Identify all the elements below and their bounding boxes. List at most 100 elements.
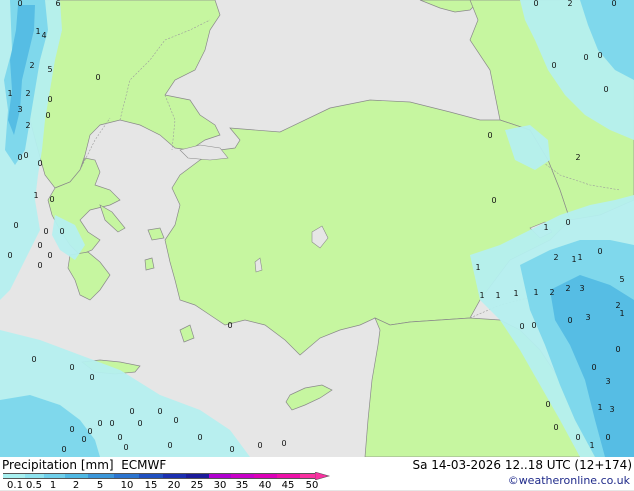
precip-value-label: 0: [597, 51, 602, 60]
precip-value-label: 0: [97, 419, 102, 428]
precip-value-label: 0: [197, 433, 202, 442]
precip-value-label: 1: [475, 263, 480, 272]
legend-tick-label: 30: [213, 480, 227, 491]
precip-value-label: 0: [565, 218, 570, 227]
precip-value-label: 0: [69, 425, 74, 434]
precip-value-label: 0: [605, 433, 610, 442]
legend-tick-label: 2: [72, 480, 80, 491]
precip-value-label: 1: [577, 253, 582, 262]
legend-tick-label: 45: [281, 480, 295, 491]
precip-value-label: 3: [17, 105, 22, 114]
precip-value-label: 0: [227, 321, 232, 330]
legend-tick-label: 40: [258, 480, 272, 491]
legend-tick-label: 15: [144, 480, 158, 491]
precip-value-label: 0: [519, 322, 524, 331]
precip-value-label: 1: [495, 291, 500, 300]
precip-value-label: 1: [533, 288, 538, 297]
legend-swatch: [43, 473, 65, 479]
precip-value-label: 1: [619, 309, 624, 318]
precip-value-label: 0: [257, 441, 262, 450]
precip-value-label: 1: [543, 223, 548, 232]
precip-value-label: 0: [545, 400, 550, 409]
precip-value-label: 5: [619, 275, 624, 284]
legend-tick-label: 0.5: [26, 480, 42, 491]
precip-value-label: 2: [615, 301, 620, 310]
precip-value-label: 0: [137, 419, 142, 428]
precip-value-label: 0: [117, 433, 122, 442]
precip-value-label: 0: [109, 419, 114, 428]
legend-swatch: [276, 473, 300, 479]
precip-value-label: 4: [41, 31, 46, 40]
precip-value-label: 5: [47, 65, 52, 74]
legend-tick-label: 5: [96, 480, 104, 491]
precip-value-label: 0: [61, 445, 66, 454]
precip-value-label: 0: [603, 85, 608, 94]
legend-swatch: [185, 473, 209, 479]
precip-value-label: 1: [597, 403, 602, 412]
precip-value-label: 0: [597, 247, 602, 256]
precip-value-label: 2: [575, 153, 580, 162]
legend-colorbar: 0.1 0.5 1 2 5 10 15 20 25 30 35 40 45 50: [3, 472, 333, 491]
precip-value-label: 0: [43, 227, 48, 236]
precip-value-label: 0: [49, 195, 54, 204]
legend-swatch: [253, 473, 277, 479]
legend-swatch: [231, 473, 254, 479]
precip-value-label: 2: [549, 288, 554, 297]
precip-value-label: 0: [167, 441, 172, 450]
precip-value-label: 1: [35, 27, 40, 36]
footer-bar: Precipitation [mm] ECMWF Sa 14-03-2026 1…: [0, 457, 634, 491]
legend-swatch: [139, 473, 163, 479]
precip-value-label: 0: [47, 95, 52, 104]
precip-value-label: 0: [69, 363, 74, 372]
legend-tick-label: 50: [305, 480, 319, 491]
legend-tick-label: 35: [235, 480, 249, 491]
precip-value-label: 2: [25, 89, 30, 98]
precip-value-label: 2: [565, 284, 570, 293]
map-title: Precipitation [mm] ECMWF: [2, 458, 167, 472]
precip-value-label: 0: [157, 407, 162, 416]
precip-value-label: 0: [591, 363, 596, 372]
legend-swatch: [113, 473, 139, 479]
legend-swatch: [300, 473, 315, 479]
precip-value-label: 0: [87, 427, 92, 436]
precip-value-label: 0: [23, 151, 28, 160]
precip-value-label: 0: [17, 153, 22, 162]
precip-value-label: 0: [129, 407, 134, 416]
precip-value-label: 3: [579, 284, 584, 293]
precip-value-label: 3: [609, 405, 614, 414]
credit-link[interactable]: ©weatheronline.co.uk: [508, 474, 630, 487]
legend-tick-label: 10: [120, 480, 134, 491]
precip-value-label: 0: [567, 316, 572, 325]
precip-value-label: 0: [553, 423, 558, 432]
precip-value-label: 0: [531, 321, 536, 330]
precip-value-label: 0: [37, 159, 42, 168]
precip-value-label: 0: [89, 373, 94, 382]
legend-swatch: [24, 473, 44, 479]
precip-value-label: 0: [551, 61, 556, 70]
precip-value-label: 0: [229, 445, 234, 454]
precip-value-label: 2: [553, 253, 558, 262]
precip-value-label: 0: [491, 196, 496, 205]
precip-value-label: 0: [95, 73, 100, 82]
precip-value-label: 2: [25, 121, 30, 130]
precip-value-label: 1: [479, 291, 484, 300]
precip-value-label: 0: [31, 355, 36, 364]
precip-value-label: 1: [7, 89, 12, 98]
precip-value-label: 0: [611, 0, 616, 8]
precip-value-label: 0: [173, 416, 178, 425]
land-chios: [144, 257, 155, 271]
legend-tick-label: 1: [49, 480, 57, 491]
precipitation-map: 012 501 2423600001 000 0000000 00 00001000020 0…: [0, 0, 634, 457]
precip-value-label: 0: [7, 251, 12, 260]
legend-swatch: [208, 473, 231, 479]
legend-tick-label: 25: [190, 480, 204, 491]
precip-value-label: 0: [575, 433, 580, 442]
precip-value-label: 0: [59, 227, 64, 236]
legend-swatch: [88, 473, 114, 479]
precip-value-label: 0: [45, 111, 50, 120]
precip-value-label: 1: [571, 255, 576, 264]
precip-value-label: 2: [567, 0, 572, 8]
precip-value-label: 0: [81, 435, 86, 444]
precip-value-label: 0: [17, 0, 22, 8]
legend-tick-label: 0.1: [7, 480, 23, 491]
